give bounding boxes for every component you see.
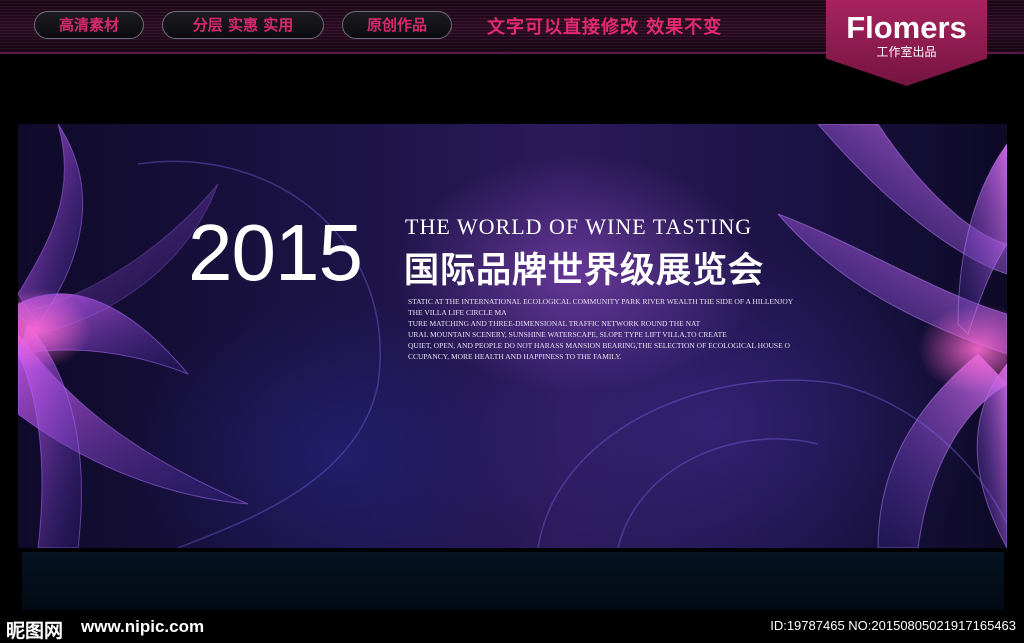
event-title-english: THE WORLD OF WINE TASTING — [405, 214, 753, 239]
nipic-url[interactable]: www.nipic.com — [81, 617, 204, 637]
lower-dark-panel — [22, 552, 1004, 610]
event-description: STATIC AT THE INTERNATIONAL ECOLOGICAL C… — [408, 296, 793, 362]
description-line: CCUPANCY, MORE HEALTH AND HAPPINESS TO T… — [408, 352, 622, 361]
editable-text-slogan: 文字可以直接修改 效果不变 — [487, 17, 723, 38]
brand-subtitle: 工作室出品 — [876, 45, 937, 59]
exhibition-banner: 2015 THE WORLD OF WINE TASTING 国际品牌世界级展览… — [18, 124, 1007, 548]
tag-layered-practical[interactable]: 分层 实惠 实用 — [162, 11, 324, 39]
brand-name: Flomers — [846, 10, 967, 45]
watermark-footer: 昵图网 www.nipic.com ID:19787465 NO:2015080… — [0, 610, 1024, 642]
description-line: THE VILLA LIFE CIRCLE MA — [408, 308, 507, 317]
description-line: URAL MOUNTAIN SCENERY, SUNSHINE WATERSCA… — [408, 330, 727, 339]
tag-original-work[interactable]: 原创作品 — [342, 11, 452, 39]
tag-hd-material[interactable]: 高清素材 — [34, 11, 144, 39]
image-id-label: ID:19787465 NO:20150805021917165463 — [770, 618, 1016, 633]
description-line: TURE MATCHING AND THREE-DIMENSIONAL TRAF… — [408, 319, 701, 328]
event-year: 2015 — [188, 208, 363, 297]
event-title-chinese: 国际品牌世界级展览会 — [404, 251, 765, 291]
nipic-logo: 昵图网 — [6, 620, 64, 642]
description-line: STATIC AT THE INTERNATIONAL ECOLOGICAL C… — [408, 297, 794, 306]
brand-badge: Flomers 工作室出品 — [826, 0, 987, 86]
description-line: QUIET, OPEN, AND PEOPLE DO NOT HARASS MA… — [408, 341, 790, 350]
